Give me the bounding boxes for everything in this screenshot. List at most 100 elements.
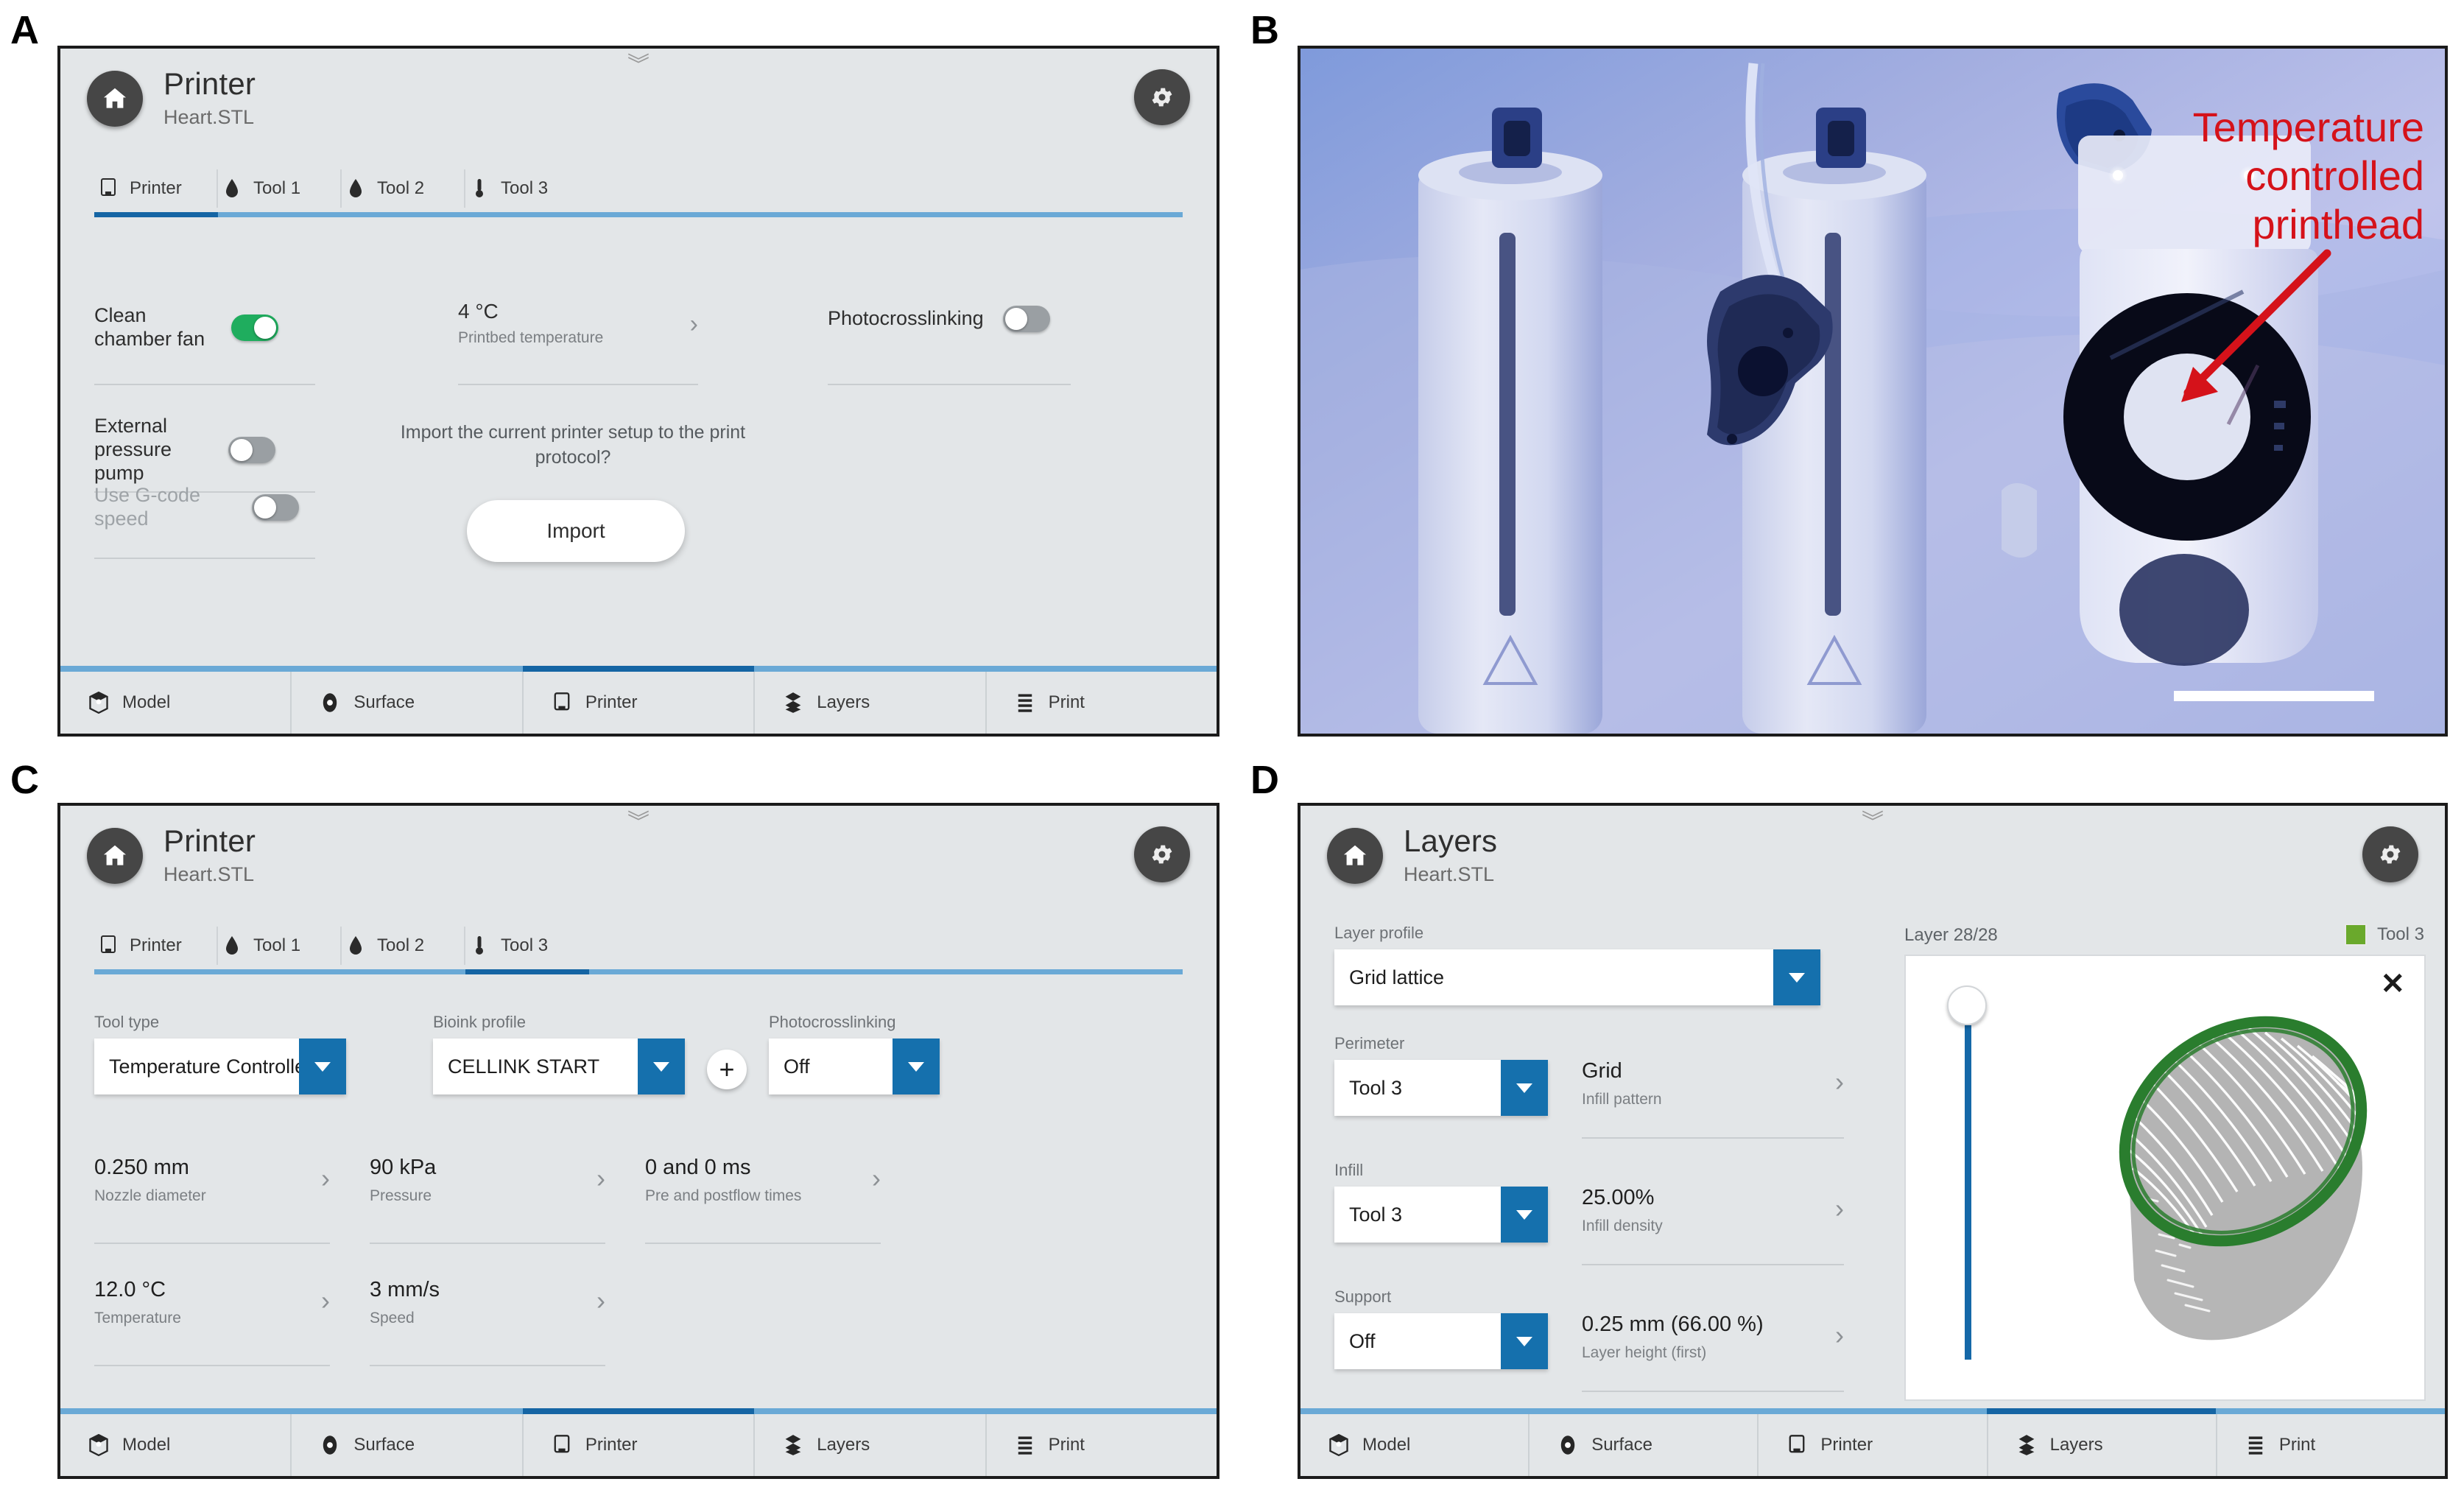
support-field[interactable]: Support Off — [1334, 1287, 1548, 1369]
file-name: Heart.STL — [1404, 863, 1495, 885]
layer-slider[interactable] — [1947, 985, 1987, 1360]
home-button[interactable] — [1327, 828, 1383, 884]
support-dropdown[interactable]: Off — [1334, 1313, 1548, 1369]
nav-item-model[interactable]: Model — [60, 672, 292, 734]
photocrosslinking-field[interactable]: Photocrosslinking Off — [769, 1013, 940, 1094]
nav-item-print[interactable]: Print — [987, 1414, 1217, 1476]
tool-tab-tool1[interactable]: Tool 1 — [218, 169, 342, 208]
setting-clean-chamber-fan[interactable]: Clean chamber fan — [94, 304, 315, 351]
infill-dropdown[interactable]: Tool 3 — [1334, 1187, 1548, 1243]
photocrosslinking-toggle[interactable] — [1002, 306, 1050, 332]
tool-tab-tool3[interactable]: Tool 3 — [465, 169, 589, 208]
nav-item-model[interactable]: Model — [60, 1414, 292, 1476]
add-bioink-profile-button[interactable]: + — [707, 1050, 747, 1089]
nav-item-surface[interactable]: Surface — [292, 1414, 524, 1476]
tool-tab-label: Tool 1 — [253, 178, 301, 198]
stat-layer-height[interactable]: 0.25 mm (66.00 %) Layer height (first) › — [1582, 1313, 1844, 1392]
nav-item-printer[interactable]: Printer — [524, 1414, 756, 1476]
panel-d-layers-screen: ︾ Layers Heart.STL Layer profile Grid la… — [1298, 803, 2448, 1479]
nav-item-surface[interactable]: Surface — [1530, 1414, 1759, 1476]
chevron-down-icon[interactable] — [638, 1039, 685, 1094]
nav-item-label: Printer — [585, 692, 638, 712]
tool-tab-printer[interactable]: Printer — [94, 927, 218, 965]
chevron-down-icon[interactable] — [1501, 1060, 1548, 1116]
stat-infill-pattern[interactable]: Grid Infill pattern › — [1582, 1059, 1844, 1139]
toggle-knob — [1004, 308, 1027, 330]
clean-chamber-fan-toggle[interactable] — [231, 314, 278, 341]
collapse-chevron-icon[interactable]: ︾ — [627, 55, 650, 77]
chevron-down-icon[interactable] — [1773, 949, 1820, 1005]
chevron-right-icon[interactable]: › — [872, 1163, 881, 1194]
nav-item-printer[interactable]: Printer — [524, 672, 756, 734]
infill-value: Tool 3 — [1349, 1203, 1403, 1226]
infill-field[interactable]: Infill Tool 3 — [1334, 1161, 1548, 1243]
setting-use-gcode-speed[interactable]: Use G-code speed — [94, 484, 315, 531]
use-gcode-speed-toggle[interactable] — [252, 493, 299, 521]
settings-button[interactable] — [2362, 826, 2418, 882]
settings-button[interactable] — [1134, 69, 1190, 125]
perimeter-field[interactable]: Perimeter Tool 3 — [1334, 1034, 1548, 1116]
import-button[interactable]: Import — [467, 500, 685, 562]
stat-speed[interactable]: 3 mm/s Speed › — [370, 1278, 605, 1366]
nav-item-print[interactable]: Print — [2217, 1414, 2445, 1476]
tool-tab-tool1[interactable]: Tool 1 — [218, 927, 342, 965]
support-value: Off — [1349, 1329, 1376, 1352]
nav-item-layers[interactable]: Layers — [755, 672, 987, 734]
layer-profile-dropdown[interactable]: Grid lattice — [1334, 949, 1820, 1005]
chevron-right-icon[interactable]: › — [1835, 1320, 1844, 1351]
home-button[interactable] — [87, 828, 143, 884]
file-name: Heart.STL — [163, 106, 255, 128]
divider — [1582, 1391, 1844, 1392]
nav-item-layers[interactable]: Layers — [755, 1414, 987, 1476]
collapse-chevron-icon[interactable]: ︾ — [627, 812, 650, 834]
home-button[interactable] — [87, 71, 143, 127]
nav-item-print[interactable]: Print — [987, 672, 1217, 734]
photocrosslinking-dropdown[interactable]: Off — [769, 1039, 940, 1094]
tool-type-field[interactable]: Tool type Temperature Controlled — [94, 1013, 346, 1094]
tool-tab-printer[interactable]: Printer — [94, 169, 218, 208]
setting-printbed-temperature[interactable]: 4 °C Printbed temperature › — [458, 300, 698, 347]
chevron-down-icon[interactable] — [299, 1039, 346, 1094]
layer-slider-thumb[interactable] — [1947, 985, 1987, 1025]
tool-tab-tool2[interactable]: Tool 2 — [342, 927, 465, 965]
stat-pressure[interactable]: 90 kPa Pressure › — [370, 1156, 605, 1244]
layer-profile-field[interactable]: Layer profile Grid lattice — [1334, 924, 1879, 1034]
stat-pre-postflow-times[interactable]: 0 and 0 ms Pre and postflow times › — [645, 1156, 881, 1244]
chevron-down-icon[interactable] — [893, 1039, 940, 1094]
chevron-down-icon[interactable] — [1501, 1187, 1548, 1243]
nav-item-surface[interactable]: Surface — [292, 672, 524, 734]
setting-photocrosslinking[interactable]: Photocrosslinking — [828, 306, 1071, 332]
nav-item-model[interactable]: Model — [1300, 1414, 1530, 1476]
tool-type-dropdown[interactable]: Temperature Controlled — [94, 1039, 346, 1094]
printer-icon — [1789, 1435, 1805, 1453]
perimeter-dropdown[interactable]: Tool 3 — [1334, 1060, 1548, 1116]
nav-item-label: Surface — [353, 1435, 415, 1455]
nav-item-layers[interactable]: Layers — [1988, 1414, 2217, 1476]
model-preview-canvas[interactable]: ✕ — [1904, 955, 2426, 1401]
stat-temperature[interactable]: 12.0 °C Temperature › — [94, 1278, 330, 1366]
chevron-right-icon[interactable]: › — [596, 1163, 605, 1194]
chevron-right-icon[interactable]: › — [596, 1285, 605, 1316]
chevron-down-icon[interactable] — [1501, 1313, 1548, 1369]
stat-infill-density[interactable]: 25.00% Infill density › — [1582, 1186, 1844, 1265]
tool-tab-tool2[interactable]: Tool 2 — [342, 169, 465, 208]
bottom-nav-indicator — [60, 1408, 1217, 1414]
settings-button[interactable] — [1134, 826, 1190, 882]
nav-item-printer[interactable]: Printer — [1759, 1414, 1988, 1476]
setting-external-pressure-pump[interactable]: External pressure pump — [94, 415, 315, 485]
layer-slider-track[interactable] — [1965, 1025, 1971, 1360]
chevron-right-icon[interactable]: › — [321, 1163, 330, 1194]
chevron-right-icon[interactable]: › — [690, 312, 698, 337]
external-pressure-pump-toggle[interactable] — [228, 436, 275, 463]
bioink-profile-field[interactable]: Bioink profile CELLINK START — [433, 1013, 685, 1094]
toggle-knob — [230, 438, 253, 461]
stat-nozzle-diameter[interactable]: 0.250 mm Nozzle diameter › — [94, 1156, 330, 1244]
chevron-right-icon[interactable]: › — [1835, 1066, 1844, 1097]
chevron-right-icon[interactable]: › — [1835, 1193, 1844, 1224]
chevron-right-icon[interactable]: › — [321, 1285, 330, 1316]
bioink-profile-dropdown[interactable]: CELLINK START — [433, 1039, 685, 1094]
collapse-chevron-icon[interactable]: ︾ — [1862, 812, 1884, 834]
tool-tab-tool3[interactable]: Tool 3 — [465, 927, 589, 965]
divider — [1582, 1137, 1844, 1139]
tool-tab-label: Tool 2 — [377, 178, 425, 198]
